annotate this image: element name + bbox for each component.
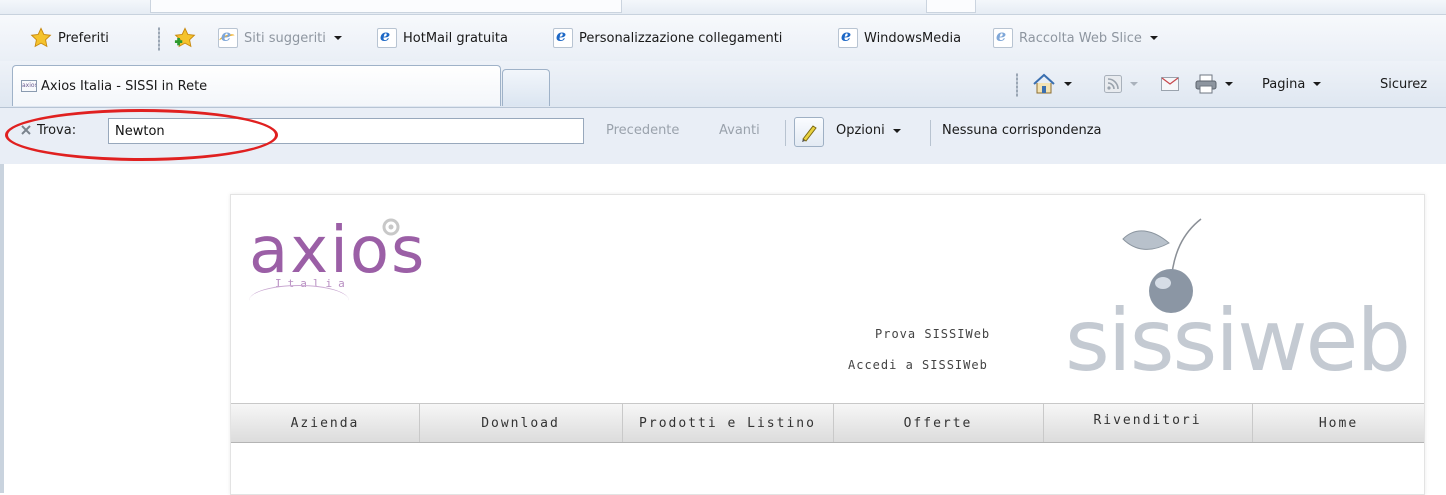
print-button[interactable] [1195,73,1233,95]
find-label: Trova: [37,123,77,138]
fav-link-label: Siti suggeriti [244,30,326,46]
axios-logo-swoosh [249,285,349,316]
fav-link-web-slice-gallery[interactable]: Raccolta Web Slice [993,26,1158,49]
fav-link-customize-links[interactable]: Personalizzazione collegamenti [553,26,783,49]
read-mail-button[interactable] [1161,73,1179,95]
address-bar-strip [0,0,1446,15]
accedi-sissiweb-link[interactable]: Accedi a SISSIWeb [848,358,988,372]
tab-row: axios Axios Italia - SISSI in Rete Pagin… [0,61,1446,107]
find-options-button[interactable]: Opzioni [836,123,901,138]
toolbar-grip[interactable] [158,27,160,51]
nav-home[interactable]: Home [1253,404,1424,442]
ie-page-icon [838,26,858,48]
fav-link-suggested-sites[interactable]: Siti suggeriti [218,26,342,49]
find-next-button[interactable]: Avanti [719,123,760,138]
chevron-down-icon[interactable] [333,36,342,40]
nav-prodotti-listino[interactable]: Prodotti e Listino [622,404,834,442]
tab-axios-italia[interactable]: axios Axios Italia - SISSI in Rete [12,65,501,106]
site-nav-bar: Azienda Download Prodotti e Listino Offe… [231,403,1424,443]
add-to-favorites-bar-button[interactable] [172,27,198,49]
find-bar: Trova: Precedente Avanti Opzioni Nessuna… [0,107,1446,165]
ie-page-icon [553,26,573,48]
highlighter-pen-icon [802,125,817,142]
page-menu-label: Pagina [1262,76,1306,92]
close-find-bar-icon[interactable] [20,124,32,136]
fav-link-label: Raccolta Web Slice [1019,30,1142,46]
chevron-down-icon[interactable] [1130,82,1138,86]
home-button[interactable] [1032,73,1072,95]
site-favicon: axios [21,80,37,92]
fav-link-label: WindowsMedia [864,30,962,46]
ie-page-icon [377,26,397,48]
page-menu-button[interactable]: Pagina [1262,73,1322,95]
ie-page-icon [218,26,238,48]
home-icon [1033,73,1055,94]
nav-azienda[interactable]: Azienda [231,404,420,442]
prova-sissiweb-link[interactable]: Prova SISSIWeb [875,327,990,341]
separator [785,120,786,146]
website-frame: axios Italia sissiweb Prova SISSIWeb Acc… [230,194,1425,495]
mail-icon [1161,77,1179,91]
favorites-star-icon [30,27,52,48]
new-tab-button[interactable] [502,69,550,106]
add-favorite-star-icon [174,27,196,48]
fav-link-hotmail[interactable]: HotMail gratuita [377,26,508,49]
fav-link-windowsmedia[interactable]: WindowsMedia [838,26,962,49]
toolbar-grip[interactable] [1016,73,1018,97]
ie-page-icon [993,26,1013,48]
sissiweb-logo-text[interactable]: sissiweb [1065,291,1411,391]
separator [930,120,931,146]
fav-link-label: HotMail gratuita [403,30,508,46]
chevron-down-icon[interactable] [1149,36,1158,40]
security-menu-button[interactable]: Sicurez [1380,73,1427,95]
axios-logo-text: axios [249,214,427,288]
chevron-down-icon [892,128,901,133]
chevron-down-icon[interactable] [1064,82,1072,86]
favorites-label: Preferiti [58,30,109,46]
left-pane-edge [0,164,4,493]
highlight-matches-button[interactable] [794,117,824,147]
tab-title: Axios Italia - SISSI in Rete [41,78,208,94]
axios-logo[interactable]: axios Italia [249,217,519,297]
address-field-edge[interactable] [150,0,622,13]
nav-rivenditori[interactable]: Rivenditori [1043,404,1253,442]
rss-feed-icon [1104,75,1122,93]
printer-icon [1195,74,1217,94]
find-status-text: Nessuna corrispondenza [942,123,1102,138]
find-previous-button[interactable]: Precedente [606,123,679,138]
find-options-label: Opzioni [836,123,885,138]
favorites-bar: Preferiti Siti suggeriti HotMail gratuit… [0,15,1446,61]
chevron-down-icon[interactable] [1225,82,1233,86]
fav-link-label: Personalizzazione collegamenti [579,30,783,46]
chevron-down-icon [1313,82,1322,86]
toolbar-button-edge[interactable] [926,0,976,13]
nav-download[interactable]: Download [419,404,623,442]
security-menu-label: Sicurez [1380,76,1428,92]
nav-offerte[interactable]: Offerte [833,404,1044,442]
find-input[interactable] [108,118,584,144]
feeds-button[interactable] [1104,73,1138,95]
favorites-button[interactable]: Preferiti [30,27,109,49]
